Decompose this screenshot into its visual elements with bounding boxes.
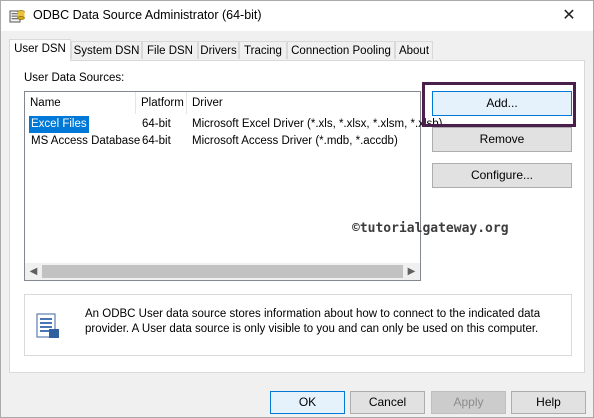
configure-button[interactable]: Configure... [432,163,572,188]
tab-file-dsn[interactable]: File DSN [142,41,198,59]
tab-drivers[interactable]: Drivers [198,41,239,59]
info-box: An ODBC User data source stores informat… [24,294,572,356]
tab-connection-pooling[interactable]: Connection Pooling [287,41,395,59]
data-sources-list[interactable]: Name Platform Driver Excel Files 64-bit … [24,91,442,281]
list-header: Name Platform Driver [25,92,420,114]
tab-system-dsn[interactable]: System DSN [71,41,142,59]
tab-tracing[interactable]: Tracing [239,41,287,59]
horizontal-scrollbar[interactable]: ◀ ▶ [25,263,420,280]
column-header-name[interactable]: Name [25,92,136,114]
odbc-window: ODBC Data Source Administrator (64-bit) … [0,0,594,418]
row-platform: 64-bit [142,135,171,147]
user-data-sources-label: User Data Sources: [24,72,125,84]
row-driver: Microsoft Excel Driver (*.xls, *.xlsx, *… [192,118,443,130]
watermark: ©tutorialgateway.org [352,221,509,236]
add-button[interactable]: Add... [432,91,572,116]
help-button[interactable]: Help [511,391,586,414]
apply-button: Apply [431,391,506,414]
list-item[interactable]: MS Access Database 64-bit Microsoft Acce… [25,133,420,150]
row-driver: Microsoft Access Driver (*.mdb, *.accdb) [192,135,398,147]
close-icon[interactable]: ✕ [549,1,589,31]
window-title: ODBC Data Source Administrator (64-bit) [33,8,262,22]
data-source-info-icon [36,313,59,338]
row-name: MS Access Database [31,135,141,147]
info-text: An ODBC User data source stores informat… [85,308,541,335]
scroll-left-icon[interactable]: ◀ [25,263,42,280]
odbc-app-icon [9,10,25,23]
ok-button[interactable]: OK [270,391,345,414]
cancel-button[interactable]: Cancel [350,391,425,414]
tab-about[interactable]: About [395,41,433,59]
column-header-platform[interactable]: Platform [136,92,187,114]
row-platform: 64-bit [142,118,171,130]
column-header-driver[interactable]: Driver [187,92,420,114]
title-bar: ODBC Data Source Administrator (64-bit) … [1,1,593,31]
remove-button[interactable]: Remove [432,127,572,152]
list-item[interactable]: Excel Files 64-bit Microsoft Excel Drive… [25,116,442,133]
row-name: Excel Files [29,116,89,133]
scroll-thumb[interactable] [42,265,403,278]
scroll-right-icon[interactable]: ▶ [403,263,420,280]
user-dsn-panel: User Data Sources: Name Platform Driver … [9,60,585,373]
tab-user-dsn[interactable]: User DSN [9,39,71,61]
